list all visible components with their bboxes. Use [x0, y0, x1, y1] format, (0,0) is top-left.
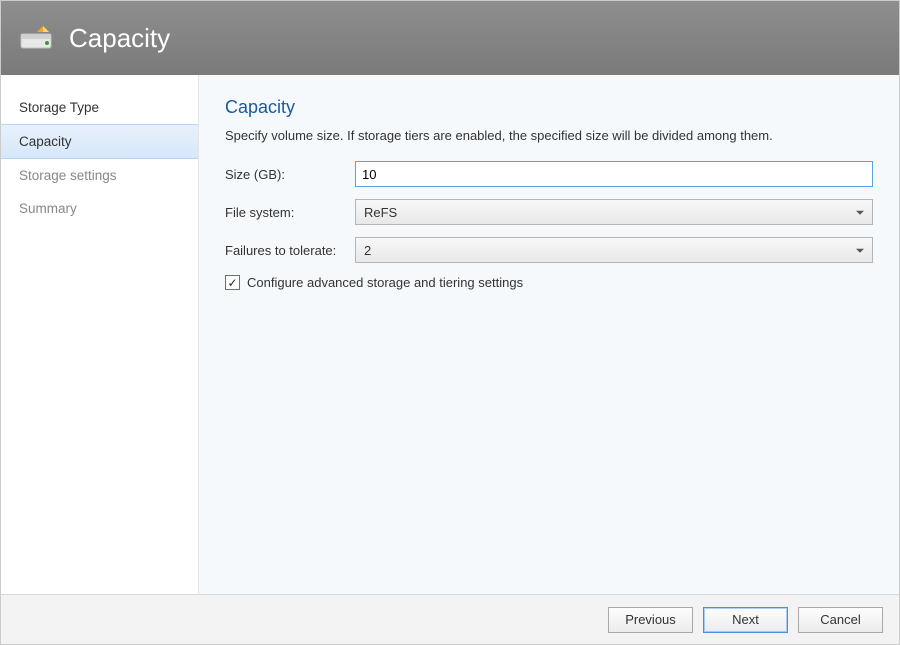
cancel-button[interactable]: Cancel: [798, 607, 883, 633]
failures-value: 2: [364, 243, 371, 258]
previous-button[interactable]: Previous: [608, 607, 693, 633]
sidebar-item-storage-settings: Storage settings: [1, 159, 198, 192]
sidebar-item-label: Storage Type: [19, 100, 99, 115]
sidebar-item-label: Summary: [19, 201, 77, 216]
content-panel: Capacity Specify volume size. If storage…: [199, 75, 899, 594]
wizard-header: Capacity: [1, 1, 899, 75]
check-icon: ✓: [227, 277, 237, 289]
failures-label: Failures to tolerate:: [225, 243, 355, 258]
filesystem-label: File system:: [225, 205, 355, 220]
page-description: Specify volume size. If storage tiers ar…: [225, 128, 873, 143]
wizard-title: Capacity: [69, 23, 170, 54]
advanced-settings-label: Configure advanced storage and tiering s…: [247, 275, 523, 290]
filesystem-select[interactable]: ReFS: [355, 199, 873, 225]
size-input[interactable]: [355, 161, 873, 187]
drive-icon: [19, 24, 55, 52]
advanced-settings-checkbox[interactable]: ✓: [225, 275, 240, 290]
sidebar-item-summary: Summary: [1, 192, 198, 225]
page-title: Capacity: [225, 97, 873, 118]
sidebar-item-capacity[interactable]: Capacity: [1, 124, 198, 159]
next-button[interactable]: Next: [703, 607, 788, 633]
wizard-footer: Previous Next Cancel: [1, 594, 899, 644]
sidebar-item-label: Storage settings: [19, 168, 117, 183]
filesystem-value: ReFS: [364, 205, 397, 220]
size-label: Size (GB):: [225, 167, 355, 182]
sidebar-item-storage-type[interactable]: Storage Type: [1, 91, 198, 124]
sidebar-item-label: Capacity: [19, 134, 72, 149]
wizard-steps: Storage Type Capacity Storage settings S…: [1, 75, 199, 594]
failures-select[interactable]: 2: [355, 237, 873, 263]
